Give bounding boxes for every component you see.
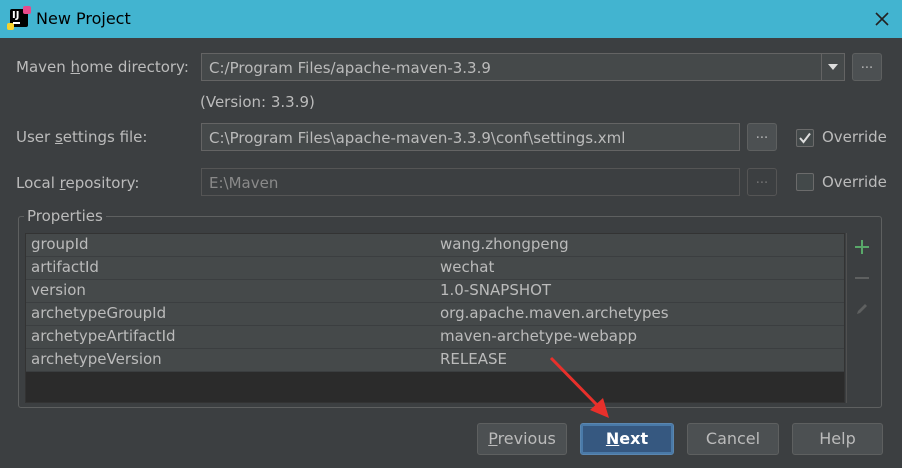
property-key: artifactId xyxy=(31,258,99,276)
user-settings-field[interactable]: C:\Program Files\apache-maven-3.3.9\conf… xyxy=(201,123,740,151)
user-settings-override-checkbox[interactable] xyxy=(796,129,814,147)
property-key: archetypeVersion xyxy=(31,350,162,368)
user-settings-browse-button[interactable]: ... xyxy=(747,123,777,151)
property-key: archetypeGroupId xyxy=(31,304,167,322)
property-value: wechat xyxy=(440,258,495,276)
maven-home-label: Maven home directory: xyxy=(16,58,189,76)
property-key: version xyxy=(31,281,86,299)
properties-title: Properties xyxy=(24,207,106,225)
table-row[interactable]: groupId wang.zhongpeng xyxy=(26,234,844,257)
properties-toolbar xyxy=(846,233,876,403)
local-repository-browse-button[interactable]: ... xyxy=(747,168,777,196)
title-bar: IJ New Project xyxy=(0,0,902,38)
property-key: groupId xyxy=(31,235,89,253)
window-title: New Project xyxy=(36,9,131,28)
table-row[interactable]: version 1.0-SNAPSHOT xyxy=(26,280,844,303)
user-settings-label: User settings file: xyxy=(16,128,148,146)
local-repository-override-checkbox[interactable] xyxy=(796,173,814,191)
table-row[interactable]: archetypeGroupId org.apache.maven.archet… xyxy=(26,303,844,326)
maven-version-text: (Version: 3.3.9) xyxy=(200,93,315,111)
local-repository-field[interactable]: E:\Maven xyxy=(201,168,740,196)
property-value: wang.zhongpeng xyxy=(440,235,569,253)
table-row[interactable]: archetypeVersion RELEASE xyxy=(26,349,844,372)
property-value: maven-archetype-webapp xyxy=(440,327,638,345)
table-row[interactable]: artifactId wechat xyxy=(26,257,844,280)
maven-home-browse-button[interactable]: ... xyxy=(852,53,882,81)
maven-home-combobox[interactable]: C:/Program Files/apache-maven-3.3.9 xyxy=(201,53,845,81)
user-settings-override-label: Override xyxy=(822,128,887,146)
intellij-logo-icon: IJ xyxy=(7,6,31,30)
close-icon[interactable] xyxy=(870,7,894,31)
local-repository-label: Local repository: xyxy=(16,174,140,192)
cancel-button[interactable]: Cancel xyxy=(687,423,779,455)
next-button[interactable]: Next xyxy=(580,423,674,455)
properties-table: groupId wang.zhongpeng artifactId wechat… xyxy=(25,233,845,403)
table-row[interactable]: archetypeArtifactId maven-archetype-weba… xyxy=(26,326,844,349)
chevron-down-icon[interactable] xyxy=(821,54,844,80)
local-repository-override-label: Override xyxy=(822,173,887,191)
add-icon[interactable] xyxy=(852,237,872,257)
property-key: archetypeArtifactId xyxy=(31,327,176,345)
property-value: RELEASE xyxy=(440,350,507,368)
edit-icon[interactable] xyxy=(852,299,872,319)
maven-home-value: C:/Program Files/apache-maven-3.3.9 xyxy=(209,59,491,77)
property-value: 1.0-SNAPSHOT xyxy=(440,281,552,299)
previous-button[interactable]: Previous xyxy=(477,423,567,455)
property-value: org.apache.maven.archetypes xyxy=(440,304,669,322)
remove-icon[interactable] xyxy=(852,268,872,288)
help-button[interactable]: Help xyxy=(792,423,883,455)
